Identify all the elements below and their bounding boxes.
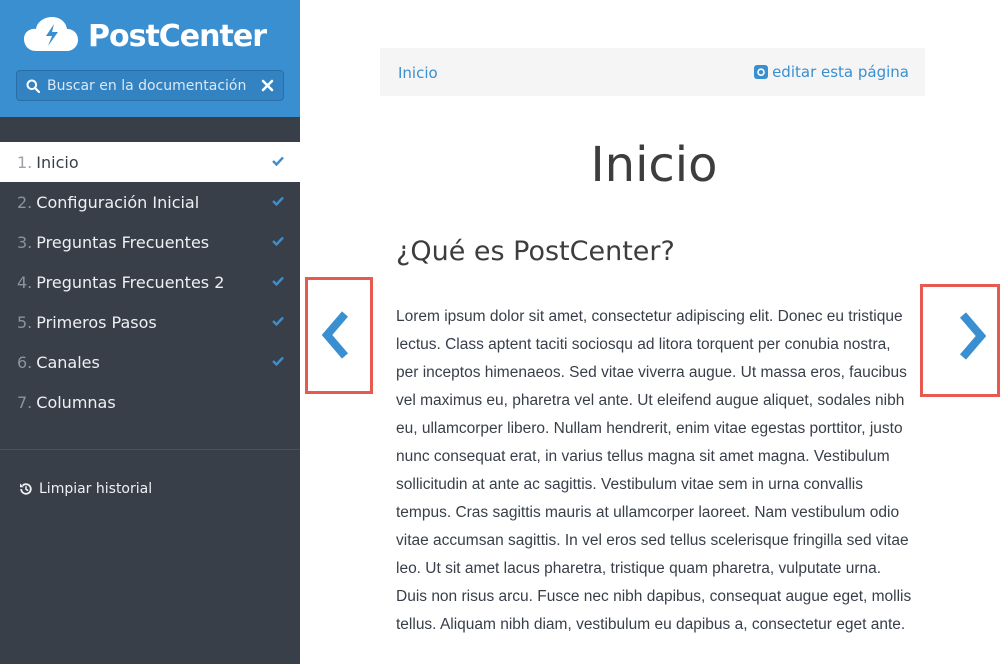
nav-item-label: Columnas	[36, 392, 116, 412]
edit-page-label: editar esta página	[772, 63, 909, 81]
nav-item-label: Canales	[36, 352, 100, 372]
breadcrumb[interactable]: Inicio	[398, 64, 438, 82]
sidebar: PostCenter 1. Inicio 2. Configuración In…	[0, 0, 300, 664]
close-icon[interactable]	[261, 79, 274, 92]
sidebar-divider	[0, 449, 300, 450]
check-icon	[272, 196, 284, 206]
search-input[interactable]	[47, 77, 247, 94]
sidebar-item-configuracion-inicial[interactable]: 2. Configuración Inicial	[0, 182, 300, 222]
check-icon	[272, 316, 284, 326]
github-icon	[754, 65, 769, 79]
nav-item-label: Preguntas Frecuentes	[36, 232, 210, 252]
history-icon	[20, 483, 32, 495]
search-icon	[26, 79, 40, 93]
brand-logo[interactable]: PostCenter	[24, 14, 267, 58]
section-title: ¿Qué es PostCenter?	[396, 236, 675, 267]
nav-item-label: Configuración Inicial	[36, 192, 200, 212]
sidebar-header: PostCenter	[0, 0, 300, 117]
next-page-button[interactable]	[920, 284, 1000, 397]
sidebar-nav: 1. Inicio 2. Configuración Inicial 3. Pr…	[0, 142, 300, 422]
content-topbar: Inicio editar esta página	[380, 48, 925, 96]
sidebar-item-preguntas-frecuentes-2[interactable]: 4. Preguntas Frecuentes 2	[0, 262, 300, 302]
sidebar-item-columnas[interactable]: 7. Columnas	[0, 382, 300, 422]
clear-history-label: Limpiar historial	[39, 481, 153, 497]
sidebar-item-preguntas-frecuentes[interactable]: 3. Preguntas Frecuentes	[0, 222, 300, 262]
nav-item-label: Inicio	[36, 152, 79, 172]
nav-item-label: Preguntas Frecuentes 2	[36, 272, 225, 292]
sidebar-item-primeros-pasos[interactable]: 5. Primeros Pasos	[0, 302, 300, 342]
check-icon	[272, 156, 284, 166]
previous-page-button[interactable]	[305, 277, 373, 394]
chevron-right-icon	[959, 312, 987, 360]
edit-page-link[interactable]: editar esta página	[754, 63, 909, 81]
clear-history-button[interactable]: Limpiar historial	[19, 481, 152, 497]
body-paragraph: Lorem ipsum dolor sit amet, consectetur …	[396, 308, 912, 633]
nav-item-label: Primeros Pasos	[36, 312, 157, 332]
chevron-left-icon	[321, 311, 349, 359]
check-icon	[272, 276, 284, 286]
nav-item-number: 6.	[17, 352, 33, 372]
sidebar-item-inicio[interactable]: 1. Inicio	[0, 142, 300, 182]
nav-item-number: 2.	[17, 192, 33, 212]
nav-item-number: 5.	[17, 312, 33, 332]
sidebar-item-canales[interactable]: 6. Canales	[0, 342, 300, 382]
page-title: Inicio	[590, 137, 718, 193]
search-box[interactable]	[16, 70, 284, 101]
brand-name: PostCenter	[88, 18, 267, 54]
nav-item-number: 3.	[17, 232, 33, 252]
cloud-bolt-icon	[24, 17, 78, 51]
nav-item-number: 1.	[17, 152, 33, 172]
nav-item-number: 4.	[17, 272, 33, 292]
nav-item-number: 7.	[17, 392, 33, 412]
check-icon	[272, 356, 284, 366]
check-icon	[272, 236, 284, 246]
